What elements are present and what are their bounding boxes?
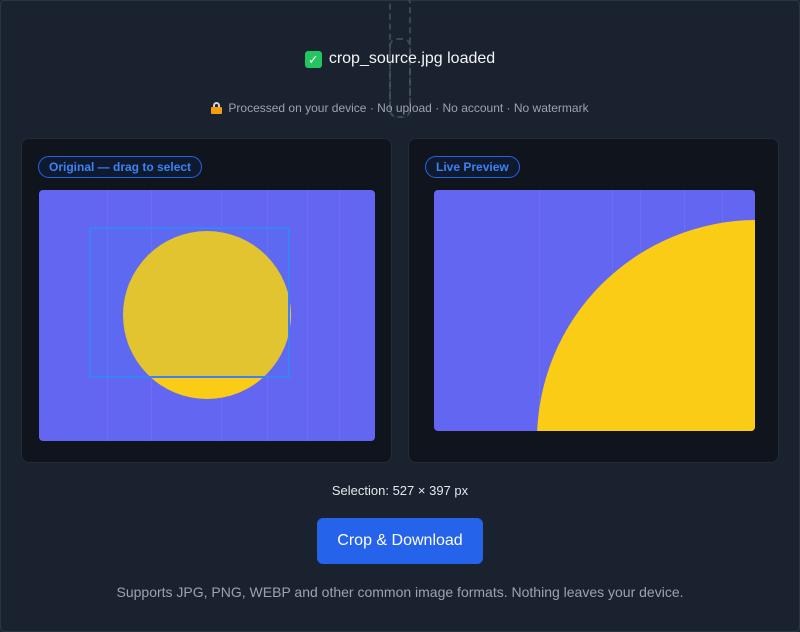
crop-download-button[interactable]: Crop & Download <box>317 518 483 564</box>
lock-icon <box>211 102 223 114</box>
original-panel: Original — drag to select <box>21 138 392 463</box>
selection-size: Selection: 527 × 397 px <box>331 483 469 498</box>
file-loaded-status: ✓ crop_source.jpg loaded <box>0 50 800 68</box>
privacy-text: Processed on your device · No upload · N… <box>228 101 589 115</box>
crop-selection-box[interactable] <box>89 227 290 378</box>
preview-panel: Live Preview <box>408 138 779 463</box>
preview-panel-label: Live Preview <box>425 156 520 178</box>
sun-shape-preview <box>537 220 755 431</box>
live-preview-canvas <box>434 190 755 431</box>
original-panel-label: Original — drag to select <box>38 156 203 178</box>
privacy-note: Processed on your device · No upload · N… <box>0 101 800 115</box>
original-image-canvas[interactable] <box>39 190 375 441</box>
footer-note: Supports JPG, PNG, WEBP and other common… <box>116 584 684 600</box>
file-loaded-text: crop_source.jpg loaded <box>328 50 496 67</box>
check-icon: ✓ <box>304 50 322 68</box>
